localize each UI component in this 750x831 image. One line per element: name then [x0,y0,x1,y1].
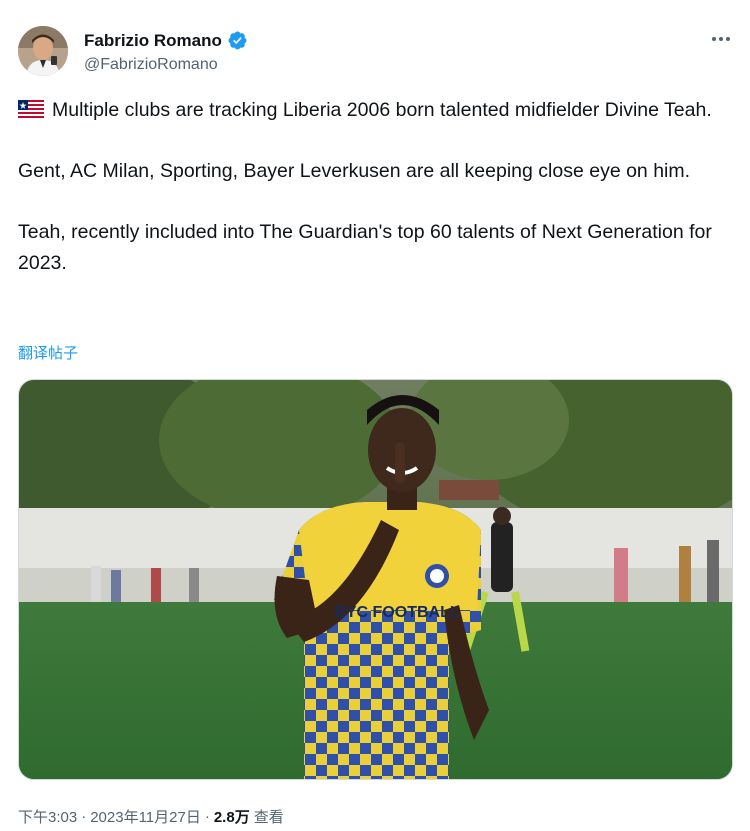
tweet-paragraph-3: Teah, recently included into The Guardia… [18,221,712,274]
tweet-time[interactable]: 下午3:03 [18,806,77,827]
tweet-text: Multiple clubs are tracking Liberia 2006… [18,95,734,278]
liberia-flag-icon [18,97,44,118]
avatar[interactable] [18,26,68,76]
views-count: 2.8万 [213,809,250,826]
name-row: Fabrizio Romano [84,30,248,51]
verified-badge-icon [227,30,248,51]
translate-post-link[interactable]: 翻译帖子 [18,342,78,363]
tweet-photo[interactable]: BYC FOOTBALL [18,379,733,780]
tweet-meta: 下午3:03 · 2023年11月27日 · 2.8万 查看 [18,806,284,827]
display-name[interactable]: Fabrizio Romano [84,31,222,51]
tweet-date[interactable]: 2023年11月27日 [90,806,201,827]
views-label: 查看 [253,809,284,826]
meta-separator: · [204,808,210,825]
handle[interactable]: @FabrizioRomano [84,56,218,74]
more-options-icon[interactable] [708,28,734,50]
tweet-paragraph-1: Multiple clubs are tracking Liberia 2006… [18,95,734,126]
meta-separator: · [81,808,87,825]
tweet-paragraph-2: Gent, AC Milan, Sporting, Bayer Leverkus… [18,160,691,182]
tweet-header: Fabrizio Romano @FabrizioRomano [18,26,734,82]
jersey-text: BYC FOOTBALL [334,604,460,621]
tweet-card: Fabrizio Romano @FabrizioRomano Multiple… [0,0,750,831]
